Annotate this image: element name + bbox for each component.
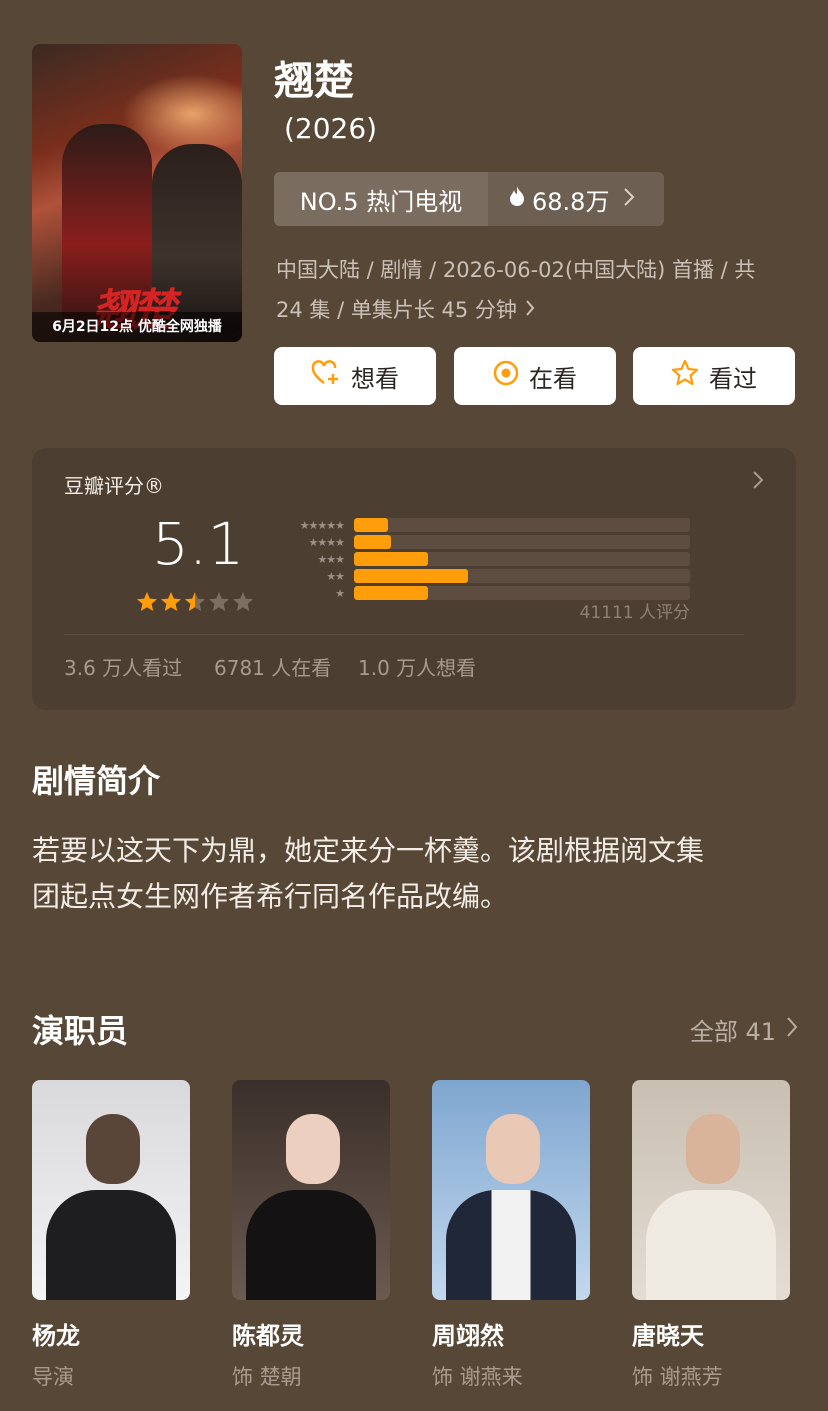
cast-member[interactable]: 杨龙 导演 xyxy=(32,1080,190,1391)
cast-more-link[interactable]: 全部 41 xyxy=(690,1012,798,1047)
rating-star xyxy=(233,592,253,611)
heart-plus-icon xyxy=(311,360,341,392)
meta-line-1: 中国大陆 / 剧情 / 2026-06-02(中国大陆) 首播 / 共 xyxy=(276,258,756,282)
rating-card[interactable]: 豆瓣评分® 5.1 ★★★★★ ★★★★ ★★★ ★★ ★ 41111 人评分 3.6 … xyxy=(32,448,796,710)
cast-member[interactable]: 陈都灵 饰 楚朝 xyxy=(232,1080,390,1391)
rating-source-label: 豆瓣评分® xyxy=(64,474,164,498)
cast-name: 唐晓天 xyxy=(632,1322,704,1350)
rating-row-stars: ★ xyxy=(335,586,345,600)
star-outline-icon xyxy=(671,359,699,393)
cast-photo xyxy=(632,1080,790,1300)
rating-star xyxy=(209,592,229,611)
rating-count: 41111 人评分 xyxy=(579,603,690,623)
poster-caption: 6月2日12点 优酷全网独播 xyxy=(32,312,242,342)
rating-star xyxy=(161,592,181,611)
rating-row-track xyxy=(354,552,690,566)
want-count: 1.0 万人想看 xyxy=(358,656,477,680)
rating-distribution-row: ★★★★★ xyxy=(270,518,690,532)
chevron-right-icon[interactable] xyxy=(752,470,764,496)
cast-role: 饰 楚朝 xyxy=(232,1365,302,1389)
rating-score: 5.1 xyxy=(152,510,245,578)
rating-distribution-row: ★★★★ xyxy=(270,535,690,549)
watching-count: 6781 人在看 xyxy=(214,656,332,680)
rank-badge[interactable]: NO.5 热门电视 68.8万 xyxy=(274,172,664,226)
meta-line-2: 24 集 / 单集片长 45 分钟 xyxy=(276,290,802,330)
rating-star xyxy=(137,592,157,611)
cast-role: 饰 谢燕芳 xyxy=(632,1365,723,1389)
watched-button[interactable]: 看过 xyxy=(633,347,795,405)
show-year: (2026) xyxy=(284,112,378,145)
cast-member[interactable]: 唐晓天 饰 谢燕芳 xyxy=(632,1080,790,1391)
rating-row-stars: ★★★★★ xyxy=(299,518,345,532)
cast-heading: 演职员 xyxy=(32,1012,129,1050)
rating-row-stars: ★★ xyxy=(326,569,345,583)
rating-row-stars: ★★★★ xyxy=(308,535,345,549)
synopsis-line-1: 若要以这天下为鼎，她定来分一杯羹。该剧根据阅文集 xyxy=(32,834,705,867)
synopsis-text[interactable]: 若要以这天下为鼎，她定来分一杯羹。该剧根据阅文集 团起点女生网作者希行同名作品改… xyxy=(32,828,802,920)
cast-photo xyxy=(32,1080,190,1300)
rating-divider xyxy=(64,634,744,635)
poster-image[interactable]: 翘楚 6月2日12点 优酷全网独播 xyxy=(32,44,242,342)
show-title: 翘楚 xyxy=(274,58,354,104)
rating-star xyxy=(185,592,205,611)
rating-row-fill xyxy=(354,586,428,600)
cast-name: 杨龙 xyxy=(32,1322,80,1350)
rank-label: NO.5 热门电视 xyxy=(274,172,488,226)
heat-link[interactable]: 68.8万 xyxy=(488,172,664,226)
rating-stars xyxy=(136,589,286,621)
watching-button[interactable]: 在看 xyxy=(454,347,616,405)
show-meta[interactable]: 中国大陆 / 剧情 / 2026-06-02(中国大陆) 首播 / 共 24 集… xyxy=(276,250,802,330)
cast-more-label: 全部 41 xyxy=(689,1018,776,1046)
meta-line-2-text: 24 集 / 单集片长 45 分钟 xyxy=(276,298,517,322)
cast-photo xyxy=(432,1080,590,1300)
want-to-watch-button[interactable]: 想看 xyxy=(274,347,436,405)
cast-name: 陈都灵 xyxy=(232,1322,304,1350)
rating-row-track xyxy=(354,535,690,549)
watching-label: 在看 xyxy=(529,364,577,393)
heat-value: 68.8万 xyxy=(532,187,610,216)
chevron-right-icon xyxy=(525,290,535,330)
rating-row-fill xyxy=(354,552,428,566)
rating-row-stars: ★★★ xyxy=(317,552,345,566)
rating-row-fill xyxy=(354,535,391,549)
rating-distribution-row: ★★ xyxy=(270,569,690,583)
rating-row-track xyxy=(354,569,690,583)
want-label: 想看 xyxy=(351,364,399,393)
rating-row-fill xyxy=(354,518,388,532)
cast-name: 周翊然 xyxy=(432,1322,504,1350)
cast-role: 饰 谢燕来 xyxy=(432,1365,523,1389)
chevron-right-icon xyxy=(786,1016,798,1044)
target-icon xyxy=(493,360,519,392)
rating-row-fill xyxy=(354,569,469,583)
cast-photo xyxy=(232,1080,390,1300)
rating-row-track xyxy=(354,518,690,532)
cast-member[interactable]: 周翊然 饰 谢燕来 xyxy=(432,1080,590,1391)
watched-label: 看过 xyxy=(709,364,757,393)
flame-icon xyxy=(508,185,526,213)
chevron-right-icon xyxy=(623,185,635,213)
watched-count: 3.6 万人看过 xyxy=(64,656,183,680)
cast-role: 导演 xyxy=(32,1365,74,1389)
synopsis-heading: 剧情简介 xyxy=(32,762,161,800)
rating-distribution-row: ★★★ xyxy=(270,552,690,566)
synopsis-line-2: 团起点女生网作者希行同名作品改编。 xyxy=(32,880,509,913)
